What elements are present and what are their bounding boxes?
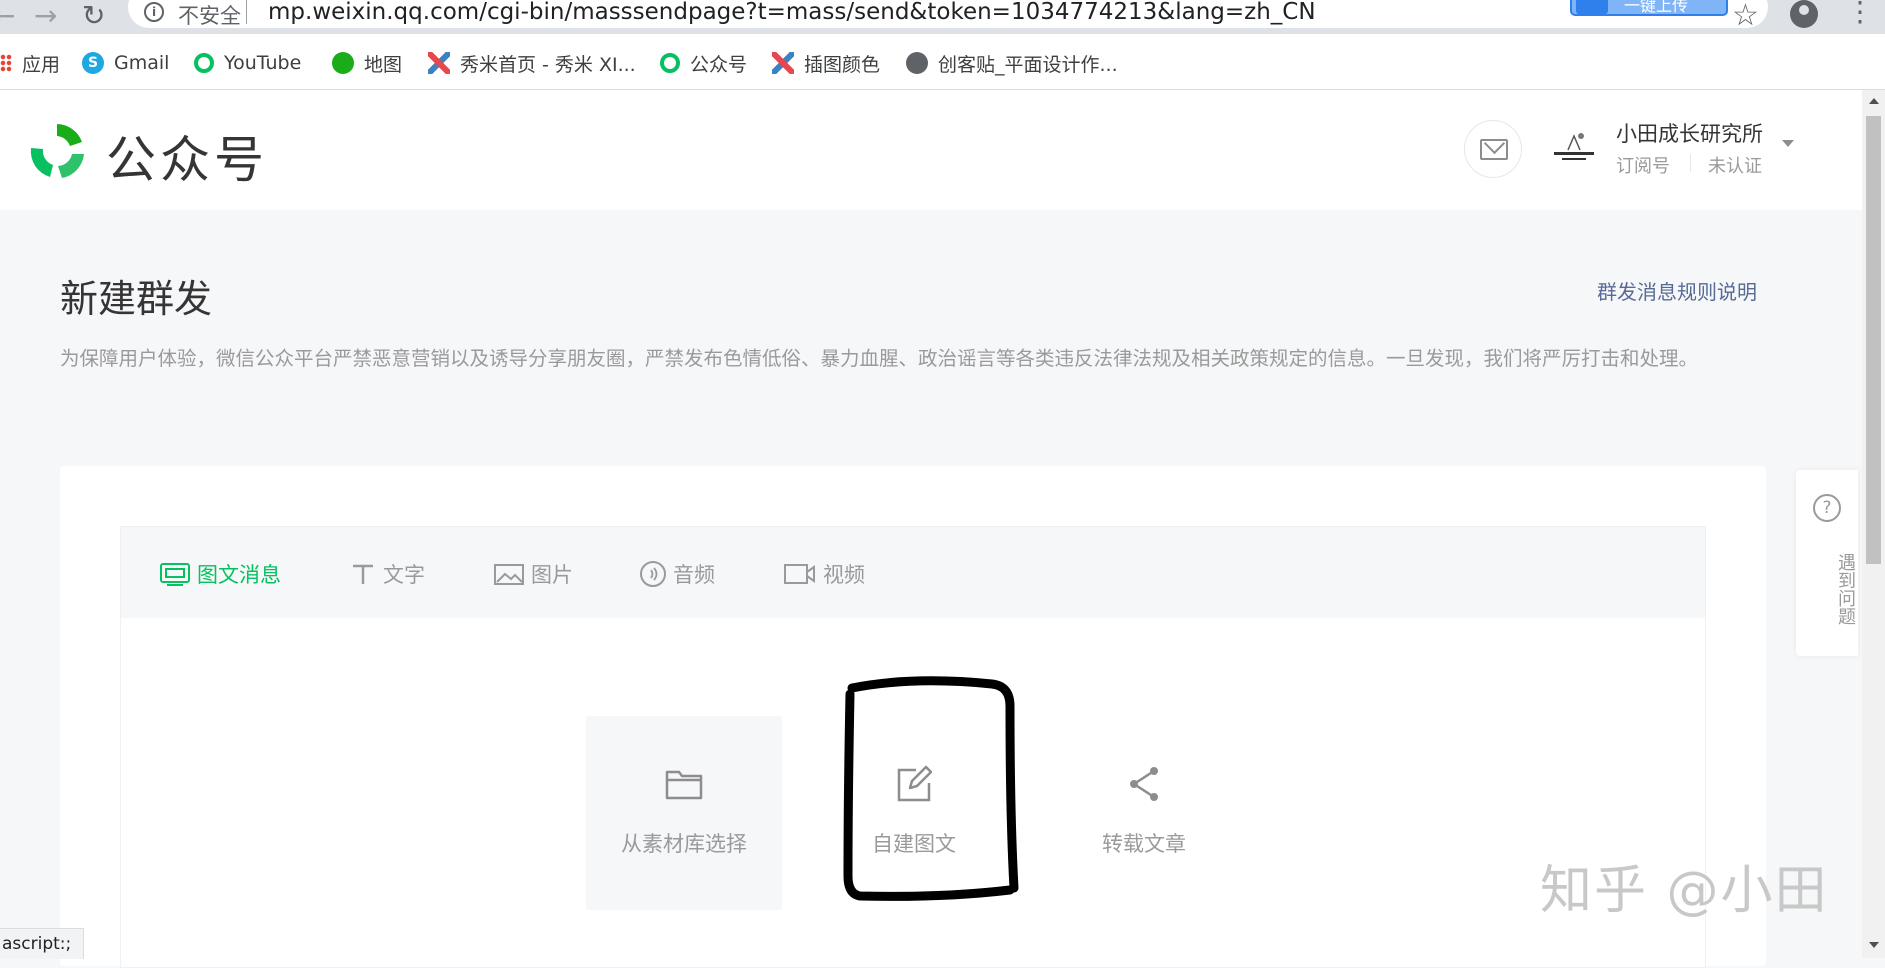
question-icon: ? — [1813, 494, 1841, 522]
bookmark-apps[interactable]: 应用 — [0, 50, 61, 76]
create-news-button[interactable]: 自建图文 — [816, 716, 1012, 910]
avatar[interactable] — [1548, 126, 1600, 174]
bookmark-label: 地图 — [364, 53, 403, 76]
bookmark-label: 秀米首页 - 秀米 XI... — [460, 53, 636, 76]
wechat-mp-logo-icon[interactable] — [24, 118, 90, 184]
zhihu-watermark: 知乎 @小田 — [1540, 861, 1829, 921]
app-header: 公众号 小田成长研究所 订阅号 未认证 — [0, 90, 1862, 210]
scroll-down-icon[interactable] — [1869, 942, 1879, 948]
bookmark-youtube[interactable]: YouTube — [194, 50, 301, 76]
tab-label: 文字 — [383, 563, 425, 587]
scroll-thumb[interactable] — [1866, 116, 1881, 564]
bookmarks-bar: 应用 S Gmail YouTube 地图 秀米首页 - 秀米 XI... 公众… — [0, 34, 1885, 90]
bookmark-map[interactable]: 地图 — [332, 50, 402, 76]
account-name[interactable]: 小田成长研究所 — [1616, 118, 1763, 148]
bookmark-label: 创客贴_平面设计作... — [938, 53, 1118, 76]
forward-icon[interactable]: → — [34, 2, 57, 30]
bookmark-label: 公众号 — [690, 53, 748, 76]
insecure-label: 不安全 — [178, 4, 241, 28]
option-label: 从素材库选择 — [621, 832, 747, 856]
scroll-up-icon[interactable] — [1869, 98, 1879, 104]
tab-audio[interactable]: 音频 — [639, 559, 715, 589]
account-divider — [1690, 154, 1691, 172]
bookmark-label: YouTube — [224, 52, 302, 74]
select-from-library-button[interactable]: 从素材库选择 — [586, 716, 782, 910]
reload-icon[interactable]: ↻ — [82, 2, 105, 30]
chevron-down-icon[interactable] — [1782, 140, 1794, 147]
share-icon — [1130, 767, 1158, 801]
tab-image[interactable]: 图片 — [493, 559, 573, 589]
tab-label: 图片 — [531, 563, 573, 587]
upload-extension-button[interactable]: 一键上传 — [1570, 0, 1728, 16]
logo-text[interactable]: 公众号 — [106, 120, 268, 192]
wechat-mp-icon — [660, 53, 680, 73]
repost-article-button[interactable]: 转载文章 — [1046, 716, 1242, 910]
folder-icon — [665, 770, 703, 800]
bookmark-xiumi[interactable]: 秀米首页 - 秀米 XI... — [428, 50, 636, 76]
tab-label: 视频 — [823, 563, 865, 587]
bookmark-illustration-colors[interactable]: 插图颜色 — [772, 50, 880, 76]
tab-news[interactable]: 图文消息 — [159, 559, 281, 589]
video-icon — [784, 564, 815, 584]
address-bar[interactable]: i 不安全 mp.weixin.qq.com/cgi-bin/masssendp… — [128, 0, 1768, 28]
help-widget[interactable]: ? 遇到问题 — [1796, 470, 1858, 656]
help-label: 遇到问题 — [1835, 553, 1856, 625]
bookmark-label: Gmail — [114, 52, 170, 74]
bookmark-mp[interactable]: 公众号 — [660, 50, 747, 76]
bookmark-label: 应用 — [22, 53, 61, 76]
mass-send-rules-link[interactable]: 群发消息规则说明 — [1597, 276, 1757, 305]
profile-icon[interactable] — [1790, 0, 1818, 28]
bookmark-chuangkit[interactable]: 创客贴_平面设计作... — [906, 50, 1118, 76]
tab-video[interactable]: 视频 — [783, 559, 865, 589]
page-title: 新建群发 — [60, 277, 213, 321]
browser-toolbar: ← → ↻ i 不安全 mp.weixin.qq.com/cgi-bin/mas… — [0, 0, 1885, 34]
wechat-icon — [332, 52, 354, 74]
tab-label: 图文消息 — [197, 563, 281, 587]
bookmark-gmail[interactable]: S Gmail — [82, 50, 169, 76]
bookmark-star-icon[interactable]: ☆ — [1732, 0, 1759, 33]
address-divider — [246, 0, 247, 24]
account-verify-status: 未认证 — [1708, 156, 1762, 177]
messages-button[interactable] — [1464, 120, 1522, 178]
xiumi-icon — [428, 52, 450, 74]
image-icon — [494, 564, 524, 585]
apps-grid-icon — [0, 54, 12, 72]
option-label: 转载文章 — [1102, 832, 1186, 856]
xiumi-icon — [772, 52, 794, 74]
back-icon[interactable]: ← — [0, 2, 15, 30]
wechat-mp-icon — [194, 53, 214, 73]
bookmark-label: 插图颜色 — [804, 53, 881, 76]
news-icon — [160, 563, 190, 586]
menu-dots-icon[interactable]: ⋮ — [1846, 0, 1874, 26]
url-text[interactable]: mp.weixin.qq.com/cgi-bin/masssendpage?t=… — [268, 0, 1316, 25]
policy-notice: 为保障用户体验，微信公众平台严禁恶意营销以及诱导分享朋友圈，严禁发布色情低俗、暴… — [60, 347, 1699, 370]
edit-icon — [897, 765, 933, 802]
tab-label: 音频 — [673, 563, 715, 587]
globe-icon — [906, 52, 928, 74]
text-icon — [353, 564, 373, 584]
info-icon[interactable]: i — [144, 2, 164, 22]
link-status-bar: ascript:; — [0, 928, 85, 959]
page-scrollbar[interactable] — [1862, 90, 1885, 958]
account-type: 订阅号 — [1616, 156, 1670, 177]
extension-label: 一键上传 — [1624, 0, 1689, 15]
message-type-tabs: 图文消息 文字 图片 音频 视频 — [120, 526, 1706, 618]
audio-icon — [640, 561, 666, 587]
skype-icon: S — [82, 52, 104, 74]
tab-text[interactable]: 文字 — [349, 559, 425, 589]
option-label: 自建图文 — [872, 832, 956, 856]
extension-logo-icon — [1576, 0, 1608, 14]
mail-icon — [1480, 139, 1508, 160]
